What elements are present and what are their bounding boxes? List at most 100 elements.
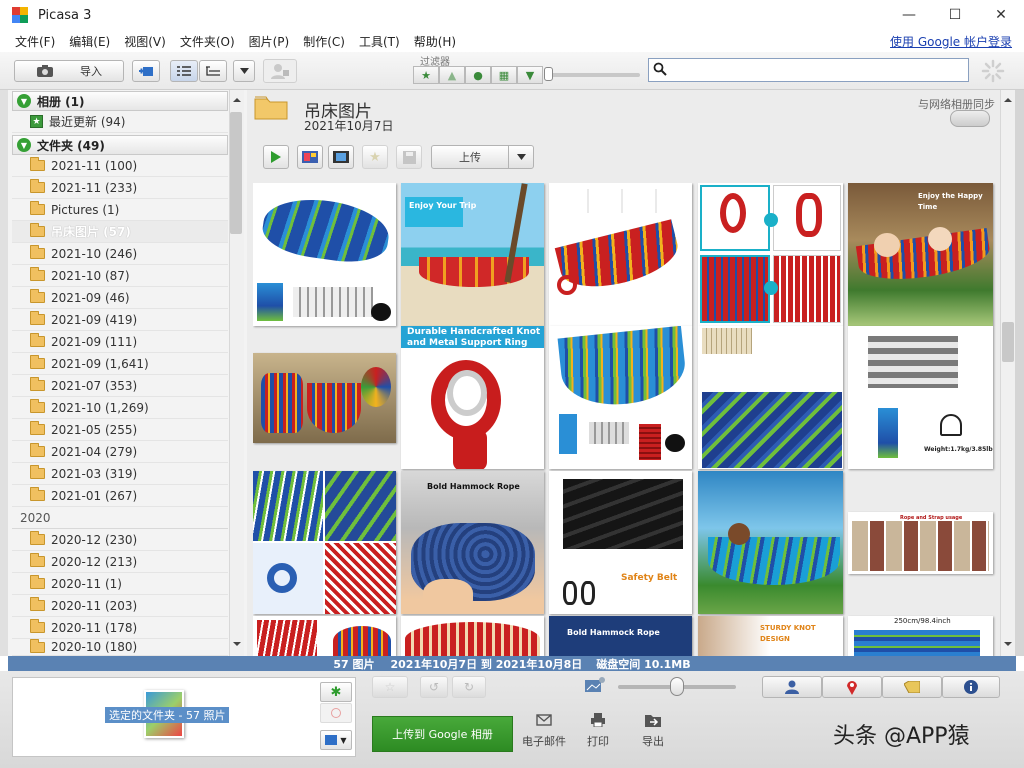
sidebar-folder[interactable]: 2020-12 (213) xyxy=(12,551,228,573)
collapse-icon[interactable]: ▼ xyxy=(17,138,31,152)
photo-thumbnail[interactable] xyxy=(549,326,692,469)
photo-thumbnail[interactable]: Rope and Strap usage xyxy=(848,512,993,574)
export-button[interactable]: 导出 xyxy=(627,713,679,753)
sidebar-folder[interactable]: 2021-10 (87) xyxy=(12,265,228,287)
sidebar-folder[interactable]: 2021-09 (1,641) xyxy=(12,353,228,375)
collapse-icon[interactable]: ▼ xyxy=(17,94,31,108)
menu-view[interactable]: 视图(V) xyxy=(117,33,173,50)
star-button[interactable]: ★ xyxy=(362,145,388,169)
collage-button[interactable] xyxy=(297,145,323,169)
menu-tools[interactable]: 工具(T) xyxy=(352,33,407,50)
people-button[interactable] xyxy=(263,59,297,83)
menu-help[interactable]: 帮助(H) xyxy=(407,33,463,50)
email-button[interactable]: 电子邮件 xyxy=(518,713,570,753)
photo-thumbnail[interactable] xyxy=(401,616,544,656)
sidebar-folder[interactable]: 2020-10 (180) xyxy=(12,639,228,656)
sidebar-scroll-thumb[interactable] xyxy=(230,112,242,234)
print-button[interactable]: 打印 xyxy=(572,713,624,753)
photo-thumbnail[interactable] xyxy=(253,471,396,614)
sidebar-folder[interactable]: 2020-11 (203) xyxy=(12,595,228,617)
places-panel-button[interactable] xyxy=(822,676,882,698)
filter-geotag-button[interactable]: ▼ xyxy=(517,66,543,84)
upload-dropdown[interactable] xyxy=(508,145,534,169)
sidebar-folder-selected[interactable]: 吊床图片 (57) xyxy=(12,221,228,243)
photo-thumbnail[interactable]: Bold Hammock Rope xyxy=(549,616,692,656)
clear-button[interactable] xyxy=(320,703,352,723)
scroll-down-icon[interactable] xyxy=(230,638,244,650)
photo-thumbnail[interactable]: Weight:1.7kg/3.85lb xyxy=(848,326,993,469)
sidebar-folder[interactable]: 2021-09 (419) xyxy=(12,309,228,331)
sidebar-folder[interactable]: 2021-05 (255) xyxy=(12,419,228,441)
movie-button[interactable] xyxy=(328,145,354,169)
properties-panel-button[interactable] xyxy=(942,676,1000,698)
photo-thumbnail[interactable] xyxy=(253,183,396,326)
sidebar-folder[interactable]: 2021-04 (279) xyxy=(12,441,228,463)
sidebar-folder[interactable]: 2021-09 (46) xyxy=(12,287,228,309)
menu-create[interactable]: 制作(C) xyxy=(296,33,352,50)
view-options-dropdown[interactable] xyxy=(233,60,255,82)
sidebar-folder[interactable]: 2020-12 (230) xyxy=(12,529,228,551)
filter-starred-button[interactable]: ★ xyxy=(413,66,439,84)
play-slideshow-button[interactable] xyxy=(263,145,289,169)
albums-group-header[interactable]: ▼ 相册 (1) xyxy=(12,91,228,111)
filter-faces-button[interactable]: ● xyxy=(465,66,491,84)
scroll-up-icon[interactable] xyxy=(1001,94,1015,106)
photo-thumbnail[interactable] xyxy=(698,471,843,614)
minimize-button[interactable]: — xyxy=(886,0,932,30)
photo-thumbnail[interactable]: Enjoy Your Trip xyxy=(401,183,544,326)
sidebar-folder[interactable]: 2020-11 (1) xyxy=(12,573,228,595)
maximize-button[interactable]: ☐ xyxy=(932,0,978,30)
filter-uploaded-button[interactable]: ▲ xyxy=(439,66,465,84)
photo-thumbnail[interactable] xyxy=(253,353,396,443)
list-view-button[interactable] xyxy=(170,60,198,82)
grid-scroll-thumb[interactable] xyxy=(1002,322,1014,362)
hold-button[interactable]: ✱ xyxy=(320,682,352,702)
sidebar-folder[interactable]: Pictures (1) xyxy=(12,199,228,221)
import-button[interactable]: 导入 xyxy=(14,60,124,82)
people-panel-button[interactable] xyxy=(762,676,822,698)
menu-folder[interactable]: 文件夹(O) xyxy=(173,33,242,50)
scroll-down-icon[interactable] xyxy=(1001,638,1015,650)
filter-slider-handle[interactable] xyxy=(544,67,553,81)
search-input[interactable] xyxy=(648,58,969,82)
photo-thumbnail[interactable]: Enjoy the Happy Time xyxy=(848,183,993,326)
sidebar-folder[interactable]: 2021-10 (246) xyxy=(12,243,228,265)
photo-thumbnail[interactable]: Durable Handcrafted Knot and Metal Suppo… xyxy=(401,326,544,469)
upload-to-google-button[interactable]: 上传到 Google 相册 xyxy=(372,716,513,752)
tree-view-button[interactable] xyxy=(199,60,227,82)
sidebar-folder[interactable]: 2021-10 (1,269) xyxy=(12,397,228,419)
sidebar-folder[interactable]: 2021-07 (353) xyxy=(12,375,228,397)
photo-thumbnail[interactable]: STURDY KNOT DESIGN xyxy=(698,616,843,656)
rotate-left-button[interactable]: ↺ xyxy=(420,676,448,698)
sidebar-folder[interactable]: 2020-11 (178) xyxy=(12,617,228,639)
photo-thumbnail[interactable] xyxy=(549,183,692,326)
filter-movies-button[interactable]: ▦ xyxy=(491,66,517,84)
sidebar-folder[interactable]: 2021-11 (100) xyxy=(12,155,228,177)
photo-thumbnail[interactable] xyxy=(698,326,843,469)
rotate-right-button[interactable]: ↻ xyxy=(452,676,486,698)
close-button[interactable]: ✕ xyxy=(978,0,1024,30)
upload-button[interactable]: 上传 xyxy=(431,145,509,169)
save-button[interactable] xyxy=(396,145,422,169)
photo-thumbnail[interactable]: 250cm/98.4inch xyxy=(848,616,993,656)
scroll-up-icon[interactable] xyxy=(230,94,244,106)
sync-toggle[interactable] xyxy=(950,110,990,127)
thumbnail-size-handle[interactable] xyxy=(670,677,684,696)
photo-thumbnail[interactable] xyxy=(698,183,843,326)
folders-group-header[interactable]: ▼ 文件夹 (49) xyxy=(12,135,228,155)
photo-thumbnail[interactable] xyxy=(253,616,396,656)
sidebar-folder[interactable]: 2021-03 (319) xyxy=(12,463,228,485)
menu-picture[interactable]: 图片(P) xyxy=(242,33,297,50)
sidebar-folder[interactable]: 2021-09 (111) xyxy=(12,331,228,353)
sidebar-item-recent[interactable]: ★ 最近更新 (94) xyxy=(12,111,228,133)
sidebar-folder[interactable]: 2021-11 (233) xyxy=(12,177,228,199)
filter-slider-track[interactable] xyxy=(548,73,640,77)
star-photo-button[interactable]: ☆ xyxy=(372,676,408,698)
menu-edit[interactable]: 编辑(E) xyxy=(62,33,117,50)
photo-thumbnail[interactable]: Safety Belt xyxy=(549,471,692,614)
sidebar-folder[interactable]: 2021-01 (267) xyxy=(12,485,228,507)
add-to-album-button[interactable] xyxy=(132,60,160,82)
photo-thumbnail[interactable]: Bold Hammock Rope xyxy=(401,471,544,614)
grid-scrollbar[interactable] xyxy=(1000,90,1015,656)
google-login-link[interactable]: 使用 Google 帐户登录 xyxy=(890,33,1012,50)
